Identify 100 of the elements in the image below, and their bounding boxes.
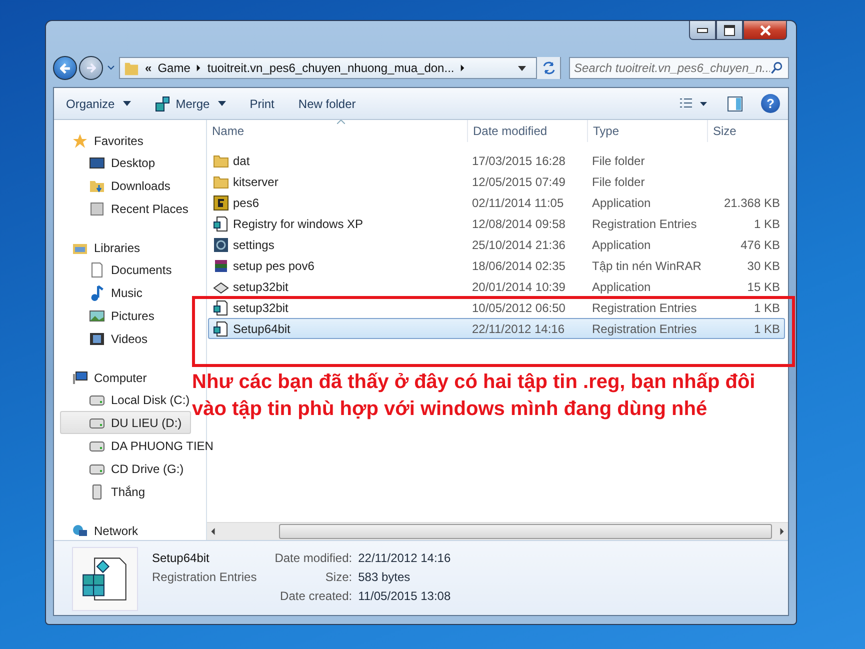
file-type: Application [592,280,651,294]
file-name: Setup64bit [152,551,210,565]
folder-icon [124,60,139,76]
file-type: Registration Entries [592,216,697,230]
forward-button[interactable] [79,56,103,80]
minimize-button[interactable] [689,21,716,40]
navigation-item[interactable]: CD Drive (G:) [60,457,193,480]
date-modified: 20/01/2014 10:39 [472,280,566,294]
file-size: 21.368 KB [724,196,780,210]
file-size: 1 KB [754,216,780,230]
registry-file-icon [72,547,138,611]
property-label: Date modified: [274,551,352,565]
archive-icon [213,258,229,274]
file-size: 1 KB [754,300,780,314]
column-header[interactable]: Size [708,120,783,142]
application-icon [213,236,229,252]
file-type: Application [592,238,651,252]
column-header[interactable]: Date modified [468,120,588,142]
scroll-left-arrow-icon[interactable] [211,528,215,535]
application-icon [213,194,229,210]
breadcrumb-arrow-icon[interactable] [460,64,466,72]
toolbar-button[interactable]: Organize [64,94,133,114]
navigation-group[interactable]: Favorites [60,130,150,151]
caret-icon[interactable] [218,101,226,106]
file-type: Registration Entries [592,300,697,314]
file-row[interactable]: setup32bit 10/05/2012 06:50 Registration Entries 1 KB [208,297,785,318]
search-icon[interactable] [770,61,784,75]
date-modified: 02/11/2014 11:05 [472,196,564,210]
navigation-item[interactable]: DU LIEU (D:) [60,411,191,434]
file-size: 1 KB [754,322,780,336]
navigation-item[interactable]: Recent Places [60,197,198,220]
file-row[interactable]: dat 17/03/2015 16:28 File folder [208,150,785,171]
annotation-text: Như các bạn đã thấy ở đây có hai tập tin .reg, bạn nhấp đôi vào tập tin phù hợp với windows mình đang dùng nhé [192,370,756,422]
navigation-item[interactable]: DA PHUONG TIEN [60,434,222,457]
network-icon [72,522,88,538]
toolbar-button[interactable]: New folder [296,94,358,114]
caret-icon[interactable] [122,101,131,106]
navigation-item[interactable]: Thắng [60,480,154,503]
date-modified: 12/05/2015 07:49 [472,174,566,188]
navigation-group[interactable]: Computer [60,367,153,388]
preview-pane-button[interactable] [725,94,745,114]
column-header[interactable]: Name [207,120,468,142]
file-size: 30 KB [747,258,780,272]
maximize-button[interactable] [716,21,743,40]
navigation-item[interactable]: Desktop [60,151,164,174]
file-row[interactable]: Setup64bit 22/11/2012 14:16 Registration Entries 1 KB [208,318,785,339]
file-name: dat [233,154,250,168]
registry-cubes-icon [154,96,171,112]
toolbar-button[interactable]: Merge [152,92,228,114]
picture-icon [89,308,105,324]
file-row[interactable]: setup32bit 20/01/2014 10:39 Application 15 KB [208,276,785,297]
navigation-item[interactable]: Music [60,281,152,304]
file-row[interactable]: settings 25/10/2014 21:36 Application 476 KB [208,234,785,255]
breadcrumb[interactable]: Game [158,61,190,75]
property-value: 583 bytes [358,570,412,584]
navigation-item[interactable]: Videos [60,327,156,350]
file-name: settings [233,238,274,252]
desktop-icon [89,154,105,170]
file-row[interactable]: setup pes pov6 18/06/2014 02:35 Tập tin nén WinRAR 30 KB [208,255,785,276]
property-label: Size: [324,570,352,584]
registry-file-icon [213,320,229,336]
dropdown-caret-icon[interactable] [518,66,526,70]
toolbar-button[interactable]: Print [248,94,276,114]
back-button[interactable] [53,56,77,80]
music-note-icon [89,284,105,300]
close-button[interactable] [743,21,787,40]
navigation-item[interactable]: Downloads [60,174,180,197]
date-modified: 17/03/2015 16:28 [472,154,566,168]
refresh-arrows-icon[interactable] [542,61,554,75]
date-modified: 22/11/2012 14:16 [472,322,565,336]
property-value: 11/05/2015 13:08 [358,589,451,603]
navigation-group[interactable]: Libraries [60,237,146,258]
horizontal-scrollbar[interactable] [207,522,788,540]
file-name: Registry for windows XP [233,216,364,230]
column-header[interactable]: Type [588,120,708,142]
breadcrumb[interactable]: tuoitreit.vn_pes6_chuyen_nhuong_mua_don... [207,61,454,75]
scroll-right-arrow-icon[interactable] [780,528,784,535]
computer-icon [72,370,88,386]
file-name: Setup64bit [233,322,290,336]
navigation-item[interactable]: Documents [60,258,181,281]
close-icon[interactable] [760,24,770,36]
navigation-item[interactable]: Pictures [60,304,164,327]
refresh-button[interactable] [536,57,560,79]
navigation-group[interactable]: Network [60,520,144,541]
file-row[interactable]: pes6 02/11/2014 11:05 Application 21.368 KB [208,192,785,213]
file-row[interactable]: kitserver 12/05/2015 07:49 File folder [208,171,785,192]
file-size: 476 KB [740,238,780,252]
date-modified: 25/10/2014 21:36 [472,238,566,252]
breadcrumb-arrow-icon[interactable] [196,64,202,72]
recent-pages-caret-icon[interactable] [107,65,115,71]
file-name: pes6 [233,196,260,210]
back-arrow-icon[interactable] [60,62,70,74]
file-name: setup pes pov6 [233,258,314,272]
breadcrumb-overflow[interactable]: « [145,61,152,75]
file-name: setup32bit [233,280,288,294]
help-button[interactable]: ? [761,94,780,113]
folder-icon [213,174,229,190]
file-row[interactable]: Registry for windows XP 12/08/2014 09:58 Registration Entries 1 KB [208,213,785,234]
address-bar[interactable]: « Game tuoitreit.vn_pes6_chuyen_nhuong_mua_don... [119,57,561,79]
date-modified: 12/08/2014 09:58 [472,216,566,230]
